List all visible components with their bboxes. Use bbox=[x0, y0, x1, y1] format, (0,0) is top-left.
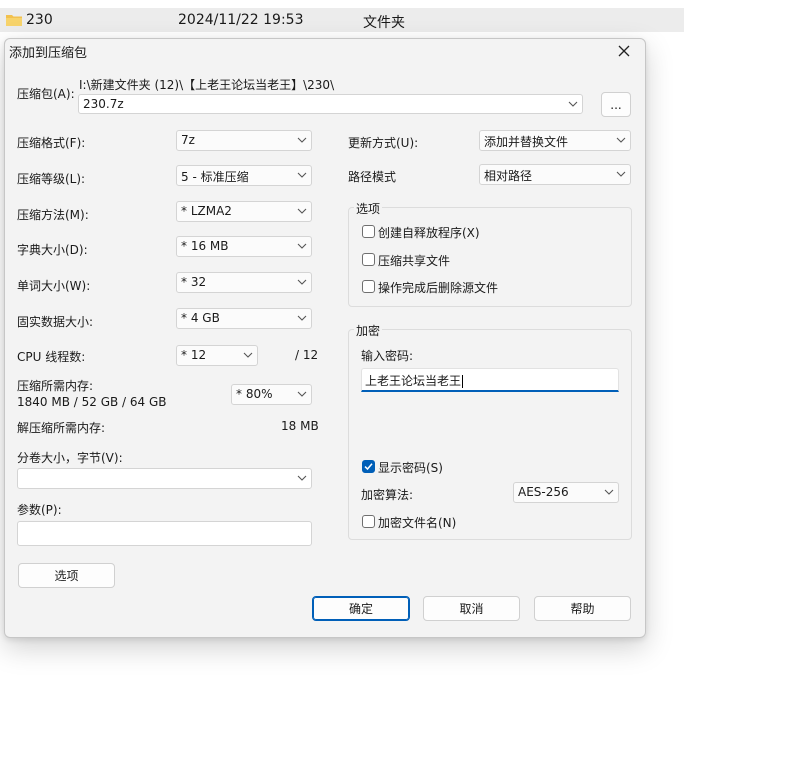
sfx-label: 创建自释放程序(X) bbox=[378, 226, 480, 240]
threads-total: / 12 bbox=[295, 348, 319, 362]
update-label: 更新方式(U): bbox=[348, 136, 419, 150]
dialog-title: 添加到压缩包 bbox=[9, 46, 88, 61]
pathmode-select[interactable]: 相对路径 bbox=[479, 164, 631, 185]
browse-button[interactable]: ... bbox=[601, 92, 631, 117]
chevron-down-icon bbox=[297, 137, 307, 143]
method-select[interactable]: * LZMA2 bbox=[176, 201, 312, 222]
folder-icon bbox=[6, 14, 22, 26]
cancel-button[interactable]: 取消 bbox=[423, 596, 520, 621]
pathmode-value: 相对路径 bbox=[484, 169, 533, 183]
params-label: 参数(P): bbox=[17, 503, 62, 517]
split-label: 分卷大小，字节(V): bbox=[17, 451, 123, 465]
level-label: 压缩等级(L): bbox=[17, 172, 86, 186]
level-select[interactable]: 5 - 标准压缩 bbox=[176, 165, 312, 186]
decomp-label: 解压缩所需内存: bbox=[17, 421, 106, 435]
solid-value: * 4 GB bbox=[181, 311, 220, 325]
method-label: 压缩方法(M): bbox=[17, 208, 89, 222]
solid-select[interactable]: * 4 GB bbox=[176, 308, 312, 329]
decomp-value: 18 MB bbox=[281, 419, 319, 433]
options-group-title: 选项 bbox=[354, 200, 383, 217]
show-password-checkbox[interactable] bbox=[362, 460, 375, 473]
format-value: 7z bbox=[181, 133, 195, 147]
level-value: 5 - 标准压缩 bbox=[181, 170, 249, 184]
sfx-checkbox[interactable] bbox=[362, 225, 375, 238]
encrypt-names-checkbox[interactable] bbox=[362, 515, 375, 528]
checkmark-icon bbox=[364, 463, 373, 471]
shared-label: 压缩共享文件 bbox=[378, 254, 451, 268]
word-value: * 32 bbox=[181, 275, 207, 289]
threads-label: CPU 线程数: bbox=[17, 350, 86, 364]
archive-name-value: 230.7z bbox=[83, 97, 124, 111]
word-select[interactable]: * 32 bbox=[176, 272, 312, 293]
close-icon[interactable] bbox=[609, 39, 639, 63]
chevron-down-icon bbox=[568, 101, 578, 107]
options-button[interactable]: 选项 bbox=[18, 563, 115, 588]
chevron-down-icon bbox=[297, 279, 307, 285]
password-label: 输入密码: bbox=[361, 349, 414, 363]
update-value: 添加并替换文件 bbox=[484, 135, 569, 149]
chevron-down-icon bbox=[297, 391, 307, 397]
browse-label: ... bbox=[610, 97, 622, 112]
archive-name-combobox[interactable]: 230.7z bbox=[78, 94, 583, 114]
archive-label: 压缩包(A): bbox=[17, 87, 75, 101]
password-value: 上老王论坛当老王 bbox=[365, 374, 462, 388]
method-value: * LZMA2 bbox=[181, 204, 232, 218]
chevron-down-icon bbox=[243, 352, 253, 358]
ok-button-label: 确定 bbox=[348, 602, 373, 616]
password-input[interactable]: 上老王论坛当老王 bbox=[361, 368, 619, 392]
shared-checkbox[interactable] bbox=[362, 253, 375, 266]
ok-button[interactable]: 确定 bbox=[312, 596, 410, 621]
mem-label: 压缩所需内存: bbox=[17, 379, 94, 393]
threads-value: * 12 bbox=[181, 348, 207, 362]
chevron-down-icon bbox=[297, 243, 307, 249]
dict-select[interactable]: * 16 MB bbox=[176, 236, 312, 257]
chevron-down-icon bbox=[297, 172, 307, 178]
delete-checkbox[interactable] bbox=[362, 280, 375, 293]
add-to-archive-dialog: 添加到压缩包 压缩包(A): I:\新建文件夹 (12)\【上老王论坛当老王】\… bbox=[4, 38, 646, 638]
chevron-down-icon bbox=[616, 137, 626, 143]
update-select[interactable]: 添加并替换文件 bbox=[479, 130, 631, 151]
dict-value: * 16 MB bbox=[181, 239, 229, 253]
word-label: 单词大小(W): bbox=[17, 279, 91, 293]
enc-method-label: 加密算法: bbox=[361, 488, 414, 502]
pathmode-label: 路径模式 bbox=[348, 170, 397, 184]
file-date: 2024/11/22 19:53 bbox=[178, 12, 304, 28]
mem-percent-value: * 80% bbox=[236, 387, 273, 401]
format-label: 压缩格式(F): bbox=[17, 136, 86, 150]
cancel-button-label: 取消 bbox=[459, 602, 484, 616]
text-caret bbox=[462, 375, 464, 388]
threads-select[interactable]: * 12 bbox=[176, 345, 258, 366]
delete-label: 操作完成后删除源文件 bbox=[378, 281, 499, 295]
options-button-label: 选项 bbox=[54, 569, 79, 583]
show-password-label: 显示密码(S) bbox=[378, 461, 443, 475]
file-type: 文件夹 bbox=[363, 15, 405, 31]
file-list-row[interactable]: 230 2024/11/22 19:53 文件夹 bbox=[0, 8, 684, 32]
chevron-down-icon bbox=[297, 475, 307, 481]
dict-label: 字典大小(D): bbox=[17, 243, 88, 257]
mem-percent-select[interactable]: * 80% bbox=[231, 384, 312, 405]
encrypt-group-title: 加密 bbox=[354, 322, 383, 339]
help-button-label: 帮助 bbox=[570, 602, 595, 616]
chevron-down-icon bbox=[604, 489, 614, 495]
chevron-down-icon bbox=[297, 315, 307, 321]
help-button[interactable]: 帮助 bbox=[534, 596, 631, 621]
mem-value: 1840 MB / 52 GB / 64 GB bbox=[17, 395, 167, 409]
format-select[interactable]: 7z bbox=[176, 130, 312, 151]
chevron-down-icon bbox=[616, 171, 626, 177]
solid-label: 固实数据大小: bbox=[17, 315, 94, 329]
file-name: 230 bbox=[26, 12, 53, 28]
params-input[interactable] bbox=[17, 521, 312, 546]
enc-method-value: AES-256 bbox=[518, 485, 569, 499]
split-combobox[interactable] bbox=[17, 468, 312, 489]
encrypt-names-label: 加密文件名(N) bbox=[378, 516, 457, 530]
enc-method-select[interactable]: AES-256 bbox=[513, 482, 619, 503]
archive-path: I:\新建文件夹 (12)\【上老王论坛当老王】\230\ bbox=[79, 78, 335, 92]
chevron-down-icon bbox=[297, 208, 307, 214]
